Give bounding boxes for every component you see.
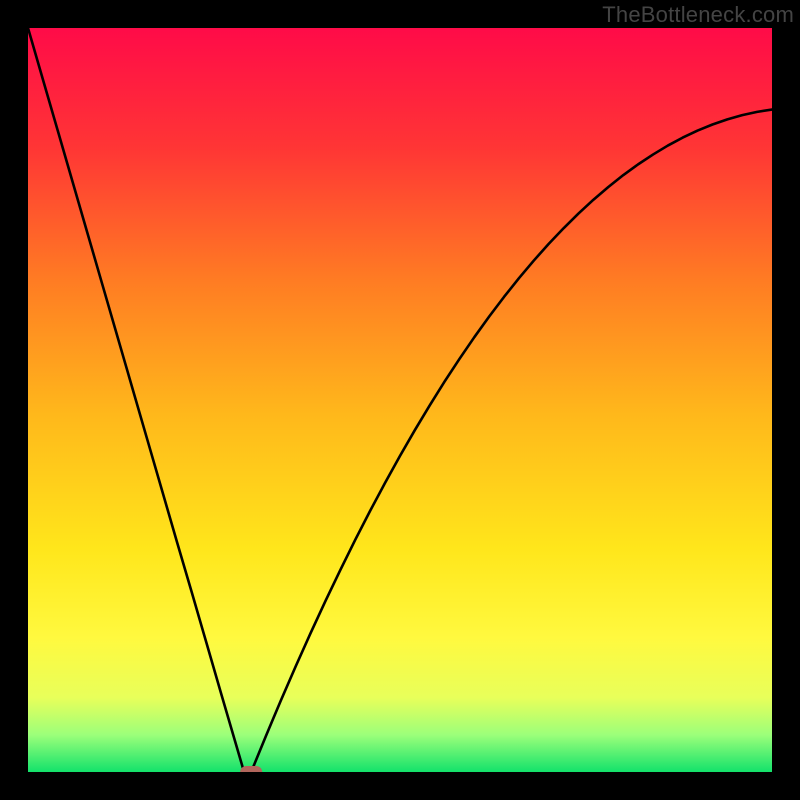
chart-svg <box>28 28 772 772</box>
chart-frame: TheBottleneck.com <box>0 0 800 800</box>
chart-background <box>28 28 772 772</box>
optimum-marker <box>240 766 262 772</box>
watermark-text: TheBottleneck.com <box>602 2 794 28</box>
plot-area <box>28 28 772 772</box>
